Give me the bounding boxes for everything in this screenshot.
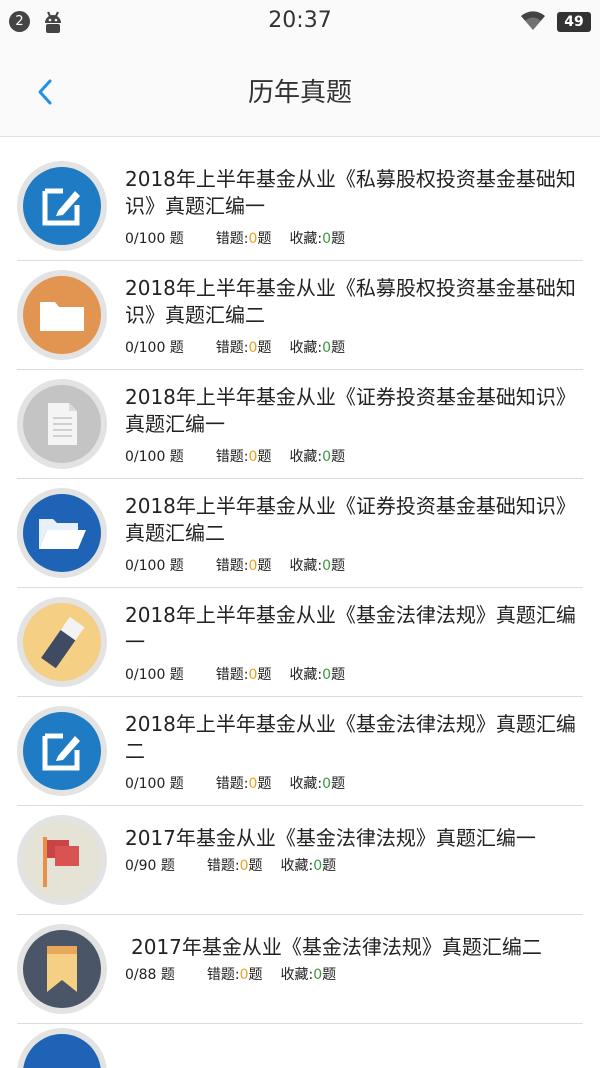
wrong-unit: 题 <box>257 667 272 683</box>
folder-icon <box>40 302 84 331</box>
list-item[interactable]: 2018年上半年基金从业《证券投资基金基础知识》真题汇编二 0/100 题 错题:… <box>17 479 583 588</box>
item-icon <box>17 1028 107 1068</box>
item-icon <box>17 924 107 1014</box>
progress-count: 0/100 题 <box>125 776 184 792</box>
item-meta: 0/100 题错题:0题 收藏:0题 <box>125 337 345 357</box>
favorite-label: 收藏: <box>289 558 323 574</box>
progress-count: 0/100 题 <box>125 340 184 356</box>
status-bar: 2 20:37 49 <box>0 0 600 44</box>
favorite-unit: 题 <box>331 667 346 683</box>
list-item-partial[interactable] <box>17 1028 107 1068</box>
favorite-label: 收藏: <box>289 340 323 356</box>
item-icon <box>17 379 107 469</box>
item-title: 2018年上半年基金从业《私募股权投资基金基础知识》真题汇编二 <box>125 276 576 327</box>
item-title: 2018年上半年基金从业《基金法律法规》真题汇编二 <box>125 712 576 763</box>
item-meta: 0/100 题错题:0题 收藏:0题 <box>125 446 345 466</box>
item-meta: 0/100 题错题:0题 收藏:0题 <box>125 664 345 684</box>
item-meta: 0/88 题错题:0题 收藏:0题 <box>125 964 336 984</box>
wrong-count: 0 <box>239 858 249 874</box>
bookmark-icon <box>47 946 77 992</box>
edit-icon <box>42 733 80 771</box>
open-folder-icon <box>39 519 86 549</box>
favorite-count: 0 <box>322 449 332 465</box>
item-icon <box>17 815 107 905</box>
favorite-unit: 题 <box>331 340 346 356</box>
favorite-label: 收藏: <box>289 231 323 247</box>
favorite-label: 收藏: <box>280 858 314 874</box>
wrong-unit: 题 <box>257 558 272 574</box>
edit-icon <box>42 188 80 226</box>
favorite-count: 0 <box>322 667 332 683</box>
page-title: 历年真题 <box>247 78 352 108</box>
progress-count: 0/88 题 <box>125 967 175 983</box>
item-icon <box>17 706 107 796</box>
item-icon <box>17 488 107 578</box>
item-icon <box>17 161 107 251</box>
progress-count: 0/100 题 <box>125 558 184 574</box>
item-title: 2018年上半年基金从业《证券投资基金基础知识》真题汇编二 <box>125 494 576 545</box>
favorite-count: 0 <box>322 231 332 247</box>
eraser-icon <box>41 616 85 669</box>
wrong-unit: 题 <box>248 858 263 874</box>
wrong-label: 错题: <box>206 967 240 983</box>
wrong-label: 错题: <box>215 449 249 465</box>
exam-list: 2018年上半年基金从业《私募股权投资基金基础知识》真题汇编一 0/100 题错… <box>0 152 600 1024</box>
favorite-label: 收藏: <box>289 776 323 792</box>
favorite-unit: 题 <box>331 449 346 465</box>
favorite-label: 收藏: <box>280 967 314 983</box>
favorite-unit: 题 <box>331 558 346 574</box>
wrong-unit: 题 <box>257 449 272 465</box>
list-item[interactable]: 2018年上半年基金从业《私募股权投资基金基础知识》真题汇编一 0/100 题 错… <box>17 152 583 261</box>
navigation-bar: 历年真题 <box>0 44 600 137</box>
progress-count: 0/100 题 <box>125 231 184 247</box>
list-item[interactable]: 2017年基金从业《基金法律法规》真题汇编二 0/88 题错题:0题 收藏:0题 <box>17 915 583 1024</box>
wrong-unit: 题 <box>248 967 263 983</box>
favorite-unit: 题 <box>322 858 337 874</box>
item-title: 2018年上半年基金从业《基金法律法规》真题汇编一 <box>125 603 576 654</box>
wrong-count: 0 <box>239 967 249 983</box>
wifi-icon <box>521 11 545 30</box>
item-title: 2017年基金从业《基金法律法规》真题汇编二 <box>131 935 542 959</box>
favorite-unit: 题 <box>331 231 346 247</box>
list-item[interactable]: 2018年上半年基金从业《基金法律法规》真题汇编二 0/100 题错题:0题 收藏… <box>17 697 583 806</box>
favorite-label: 收藏: <box>289 449 323 465</box>
list-item[interactable]: 2018年上半年基金从业《证券投资基金基础知识》真题汇编一 0/100 题 错题:… <box>17 370 583 479</box>
document-icon <box>48 403 77 445</box>
item-title: 2018年上半年基金从业《私募股权投资基金基础知识》真题汇编一 <box>125 167 576 218</box>
item-icon <box>17 270 107 360</box>
item-meta: 0/90 题错题:0题 收藏:0题 <box>125 855 336 875</box>
item-icon <box>17 597 107 687</box>
wrong-label: 错题: <box>215 340 249 356</box>
wrong-label: 错题: <box>215 667 249 683</box>
favorite-unit: 题 <box>331 776 346 792</box>
favorite-count: 0 <box>322 340 332 356</box>
wrong-label: 错题: <box>206 858 240 874</box>
progress-count: 0/90 题 <box>125 858 175 874</box>
flag-icon <box>43 837 79 887</box>
list-item[interactable]: 2018年上半年基金从业《基金法律法规》真题汇编一 0/100 题错题:0题 收藏… <box>17 588 583 697</box>
wrong-unit: 题 <box>257 776 272 792</box>
item-meta: 0/100 题错题:0题 收藏:0题 <box>125 555 345 575</box>
favorite-unit: 题 <box>322 967 337 983</box>
favorite-count: 0 <box>313 967 323 983</box>
list-item[interactable]: 2018年上半年基金从业《私募股权投资基金基础知识》真题汇编二 0/100 题 错… <box>17 261 583 370</box>
item-meta: 0/100 题错题:0题 收藏:0题 <box>125 228 345 248</box>
progress-count: 0/100 题 <box>125 667 184 683</box>
wrong-unit: 题 <box>257 231 272 247</box>
favorite-count: 0 <box>322 776 332 792</box>
list-item[interactable]: 2017年基金从业《基金法律法规》真题汇编一 0/90 题错题:0题 收藏:0题 <box>17 806 583 915</box>
battery-icon: 49 <box>557 12 591 32</box>
wrong-unit: 题 <box>257 340 272 356</box>
favorite-count: 0 <box>322 558 332 574</box>
wrong-label: 错题: <box>215 776 249 792</box>
wrong-label: 错题: <box>215 231 249 247</box>
clock: 20:37 <box>268 8 332 33</box>
progress-count: 0/100 题 <box>125 449 184 465</box>
item-meta: 0/100 题错题:0题 收藏:0题 <box>125 773 345 793</box>
favorite-count: 0 <box>313 858 323 874</box>
wrong-label: 错题: <box>215 558 249 574</box>
favorite-label: 收藏: <box>289 667 323 683</box>
item-title: 2017年基金从业《基金法律法规》真题汇编一 <box>125 826 536 850</box>
item-title: 2018年上半年基金从业《证券投资基金基础知识》真题汇编一 <box>125 385 576 436</box>
